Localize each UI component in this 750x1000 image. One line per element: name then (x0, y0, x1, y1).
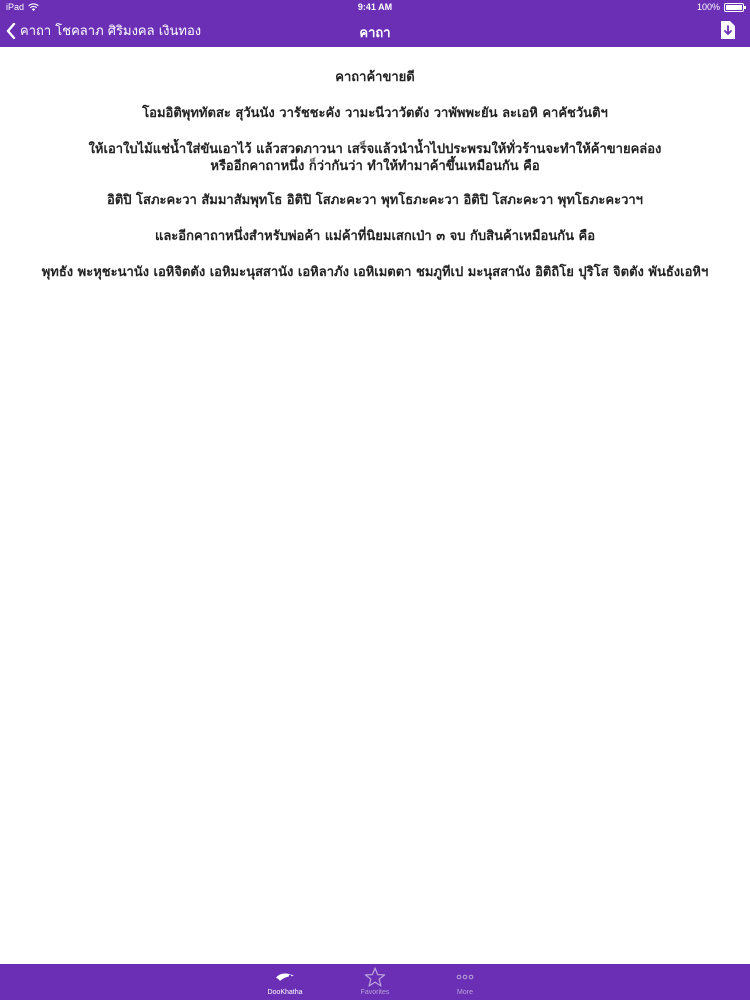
khatha-paragraph-line: หรืออีกคาถาหนึ่ง ก็ว่ากันว่า ทำให้ทำมาค้… (210, 159, 540, 174)
battery-icon (724, 2, 746, 12)
khatha-paragraph: ให้เอาใบไม้แช่น้ำใส่ขันเอาไว้ แล้วสวดภาว… (0, 141, 750, 175)
status-bar: iPad 9:41 AM 100% (0, 0, 750, 14)
khatha-line: อิติปิ โสภะคะวา สัมมาสัมพุทโธ อิติปิ โสภ… (107, 193, 643, 208)
download-icon (721, 21, 735, 39)
download-button[interactable] (720, 20, 736, 40)
tab-bar: DooKhatha Favorites More (0, 964, 750, 1000)
khatha-line: โอมอิติพุททัตสะ สุวันนัง วารัชชะคัง วามะ… (142, 106, 608, 121)
navigation-bar: คาถา โชคลาภ ศิริมงคล เงินทอง คาถา (0, 14, 750, 47)
page-title: คาถา (359, 26, 391, 41)
more-dots-icon (456, 974, 474, 980)
header: iPad 9:41 AM 100% คาถา โชคลาภ ศิริมงคล เ… (0, 0, 750, 47)
star-icon (364, 967, 386, 987)
battery-percent: 100% (696, 2, 720, 12)
tab-dookhatha[interactable]: DooKhatha (257, 964, 313, 1000)
khatha-paragraph-line: ให้เอาใบไม้แช่น้ำใส่ขันเอาไว้ แล้วสวดภาว… (88, 142, 662, 157)
khatha-line: และอีกคาถาหนึ่งสำหรับพ่อค้า แม่ค้าที่นิย… (154, 229, 596, 244)
khatha-heading: คาถาค้าขายดี (335, 70, 415, 85)
dookhatha-icon (276, 973, 294, 981)
content-area: คาถาค้าขายดี โอมอิติพุททัตสะ สุวันนัง วา… (0, 47, 750, 964)
status-time: 9:41 AM (357, 2, 393, 12)
tab-more[interactable]: More (437, 964, 493, 1000)
khatha-line: พุทธัง พะหุชะนานัง เอหิจิตตัง เอหิมะนุสส… (41, 265, 709, 280)
tab-favorites[interactable]: Favorites (347, 964, 403, 1000)
status-right: 100% (696, 2, 746, 12)
tab-label: Favorites (360, 989, 390, 996)
tab-label: DooKhatha (267, 989, 303, 996)
tab-label: More (457, 989, 473, 996)
